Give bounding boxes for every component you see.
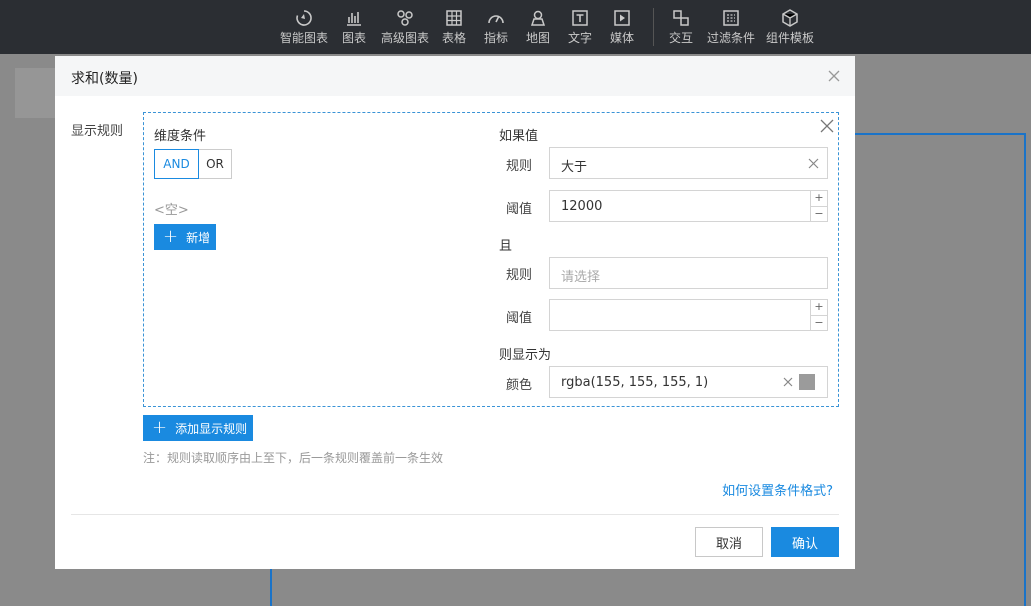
close-icon[interactable] [827,69,841,83]
increment-icon[interactable]: + [811,191,827,206]
second-rule-select[interactable]: 请选择 [549,257,828,289]
table-icon [446,10,462,26]
threshold-input-value: 12000 [561,199,603,214]
and-section-title: 且 [499,239,513,254]
toolbar-divider [653,8,654,46]
cancel-button[interactable]: 取消 [695,527,763,557]
plus-icon: + [152,417,168,438]
media-icon [614,10,630,26]
map-icon [530,10,546,26]
decrement-icon[interactable]: − [811,315,827,330]
top-toolbar: 智能图表 图表 高级图表 表格 指标 地图 文字 媒体 交互 过滤条件 组件模板 [0,0,1031,54]
toolbar-item-label: 文字 [568,31,593,45]
second-threshold-input[interactable]: + − [549,299,828,331]
toolbar-item-text[interactable]: 文字 [568,8,592,50]
display-rule-card: 维度条件 AND OR <空> + 新增 如果值 规则 大于 阈值 12000 … [143,112,839,407]
rule-select[interactable]: 大于 [549,147,828,179]
toolbar-item-advanced-chart[interactable]: 高级图表 [381,8,429,50]
toolbar-item-label: 交互 [669,31,694,45]
toolbar-item-label: 高级图表 [381,31,430,45]
toolbar-item-label: 媒体 [610,31,635,45]
decrement-icon[interactable]: − [811,206,827,221]
dimension-condition-title: 维度条件 [154,129,207,144]
color-swatch[interactable] [799,374,815,390]
advanced-chart-icon [397,10,413,26]
dialog-header: 求和(数量) [55,56,855,96]
toolbar-item-chart[interactable]: 图表 [342,8,366,50]
display-as-title: 则显示为 [499,348,552,363]
bar-chart-icon [347,12,361,26]
rule-label: 规则 [506,159,533,174]
and-toggle-button[interactable]: AND [154,149,199,179]
rule-select-placeholder: 请选择 [561,270,601,285]
dialog-title: 求和(数量) [71,71,138,87]
color-label: 颜色 [506,378,533,393]
toolbar-item-filter[interactable]: 过滤条件 [707,8,755,50]
toolbar-item-media[interactable]: 媒体 [610,8,634,50]
help-link[interactable]: 如何设置条件格式? [722,480,833,499]
interaction-icon [673,10,689,26]
conditional-format-dialog: 求和(数量) 显示规则 维度条件 AND OR <空> + 新增 如果值 规则 … [55,56,855,569]
clear-icon[interactable] [808,158,819,169]
footer-divider [71,514,839,515]
confirm-button[interactable]: 确认 [771,527,839,557]
toolbar-item-interaction[interactable]: 交互 [669,8,693,50]
smart-chart-icon [296,10,312,26]
rule-label: 规则 [506,268,533,283]
or-toggle-button[interactable]: OR [198,149,232,179]
threshold-input[interactable]: 12000 + − [549,190,828,222]
threshold-stepper[interactable]: + − [810,191,827,221]
if-value-title: 如果值 [499,129,539,144]
toolbar-item-label: 指标 [484,31,509,45]
filter-icon [723,10,739,26]
toolbar-item-label: 智能图表 [280,31,329,45]
template-icon [782,9,798,27]
plus-icon: + [163,226,179,247]
toolbar-item-label: 组件模板 [766,31,815,45]
toolbar-item-table[interactable]: 表格 [442,8,466,50]
add-condition-label: 新增 [186,230,211,245]
rule-order-note: 注：规则读取顺序由上至下，后一条规则覆盖前一条生效 [143,451,444,465]
add-condition-button[interactable]: + 新增 [154,224,216,250]
toolbar-item-label: 图表 [342,31,367,45]
clear-color-icon[interactable] [783,377,793,387]
threshold-label: 阈值 [506,311,533,326]
add-display-rule-button[interactable]: + 添加显示规则 [143,415,253,441]
threshold-stepper[interactable]: + − [810,300,827,330]
remove-rule-icon[interactable] [820,119,834,133]
toolbar-item-label: 过滤条件 [707,31,756,45]
toolbar-item-label: 地图 [526,31,551,45]
rule-select-value: 大于 [561,160,588,175]
color-picker[interactable]: rgba(155, 155, 155, 1) [549,366,828,398]
toolbar-item-map[interactable]: 地图 [526,8,550,50]
display-rules-label: 显示规则 [71,124,124,139]
gauge-icon [488,15,504,24]
empty-condition-text: <空> [154,203,189,218]
increment-icon[interactable]: + [811,300,827,315]
threshold-label: 阈值 [506,202,533,217]
color-value: rgba(155, 155, 155, 1) [561,375,709,390]
text-icon [572,10,588,26]
toolbar-item-label: 表格 [442,31,467,45]
toolbar-item-gauge[interactable]: 指标 [484,8,508,50]
toolbar-item-template[interactable]: 组件模板 [766,8,814,50]
toolbar-item-smart-chart[interactable]: 智能图表 [280,8,328,50]
add-display-rule-label: 添加显示规则 [175,421,248,436]
